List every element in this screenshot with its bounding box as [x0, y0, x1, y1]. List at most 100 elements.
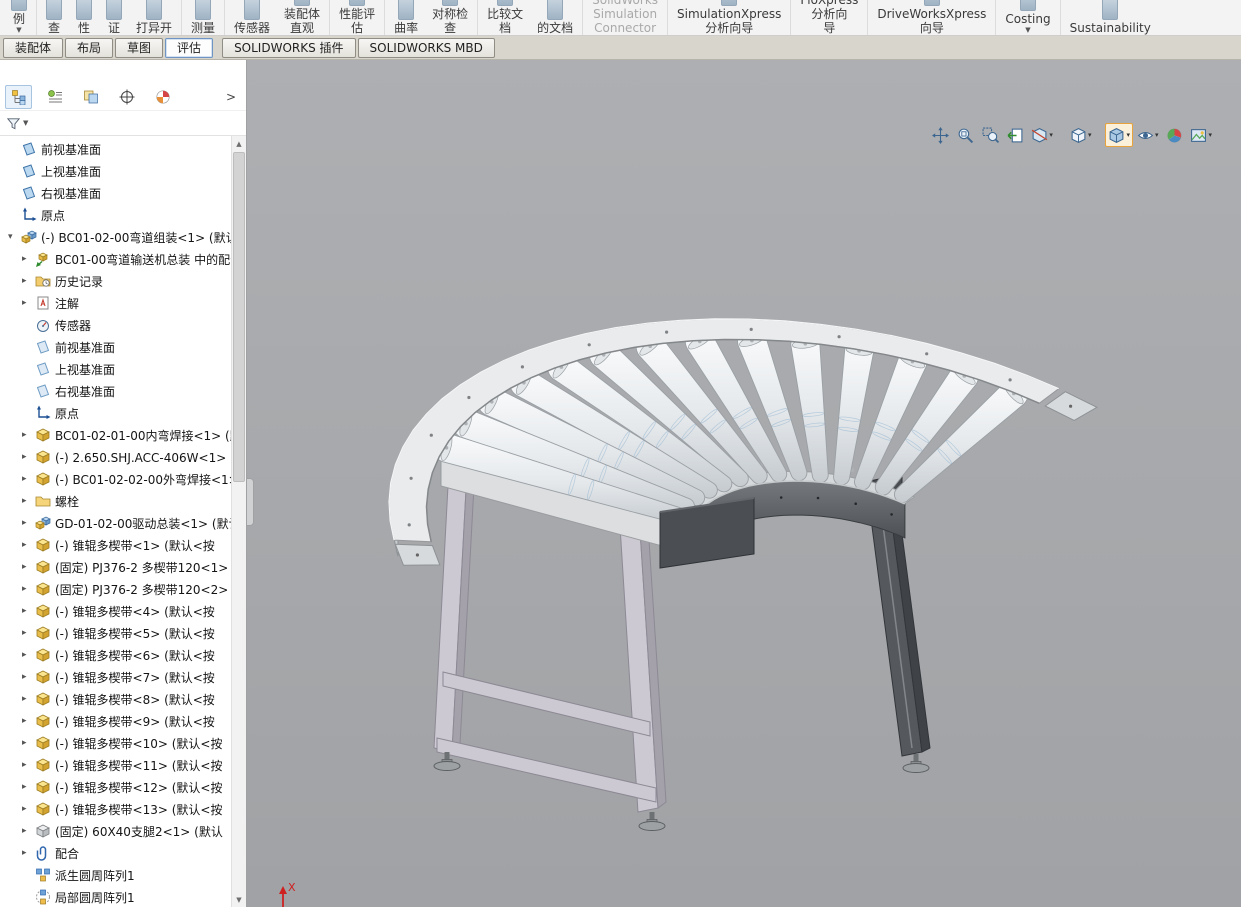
tree-item[interactable]: 原点 [0, 204, 246, 226]
expand-arrow-icon[interactable]: ▸ [22, 424, 35, 446]
expand-arrow-icon[interactable]: ▸ [22, 842, 35, 864]
ribbon-button[interactable]: Sustainability [1063, 0, 1158, 35]
expand-arrow-icon[interactable]: ▸ [22, 248, 35, 270]
tree-item[interactable]: ▸(-) 锥辊多楔带<1> (默认<按 [0, 534, 246, 556]
tab-布局[interactable]: 布局 [65, 38, 113, 58]
expand-arrow-icon[interactable]: ▸ [22, 732, 35, 754]
previous-view-button[interactable] [1003, 123, 1027, 147]
expand-arrow-icon[interactable]: ▸ [22, 776, 35, 798]
tree-item[interactable]: 派生圆周阵列1 [0, 864, 246, 886]
tree-item[interactable]: ▸BC01-02-01-00内弯焊接<1> (默认 [0, 424, 246, 446]
expand-arrow-icon[interactable]: ▸ [22, 490, 35, 512]
panel-tab-overflow-chevron[interactable]: > [226, 90, 241, 104]
ribbon-button[interactable]: SolidWorks Simulation Connector [585, 0, 665, 35]
tree-item[interactable]: ▸(-) BC01-02-02-00外弯焊接<1> (默认 [0, 468, 246, 490]
panel-tab-feature-tree[interactable] [5, 85, 32, 109]
dropdown-caret-icon[interactable]: ▾ [1208, 131, 1212, 139]
expand-arrow-icon[interactable]: ▾ [8, 226, 21, 248]
expand-arrow-icon[interactable]: ▸ [22, 622, 35, 644]
expand-arrow-icon[interactable]: ▸ [22, 600, 35, 622]
view-orientation-button[interactable]: ▾ [1067, 123, 1095, 147]
expand-arrow-icon[interactable]: ▸ [22, 666, 35, 688]
display-style-button[interactable]: ▾ [1105, 123, 1133, 147]
tree-item[interactable]: ▸(-) 锥辊多楔带<5> (默认<按 [0, 622, 246, 644]
tab-装配体[interactable]: 装配体 [3, 38, 63, 58]
tree-filter-input[interactable] [30, 113, 246, 133]
expand-arrow-icon[interactable]: ▸ [22, 710, 35, 732]
tree-item[interactable]: ▸(-) 锥辊多楔带<8> (默认<按 [0, 688, 246, 710]
tab-评估[interactable]: 评估 [165, 38, 213, 58]
dropdown-caret-icon[interactable]: ▼ [16, 26, 21, 35]
tree-item[interactable]: 前视基准面 [0, 336, 246, 358]
dropdown-caret-icon[interactable]: ▾ [1126, 131, 1130, 139]
tree-item[interactable]: 前视基准面 [0, 138, 246, 160]
edit-appearance-button[interactable] [1162, 123, 1186, 147]
tree-item[interactable]: ▸(-) 锥辊多楔带<10> (默认<按 [0, 732, 246, 754]
filter-caret-icon[interactable]: ▼ [23, 119, 28, 127]
tree-item[interactable]: 上视基准面 [0, 160, 246, 182]
expand-arrow-icon[interactable]: ▸ [22, 292, 35, 314]
ribbon-button[interactable]: Costing▼ [998, 0, 1057, 35]
tree-item[interactable]: ▸(-) 2.650.SHJ.ACC-406W<1> (默认 [0, 446, 246, 468]
tree-item[interactable]: ▸(-) 锥辊多楔带<12> (默认<按 [0, 776, 246, 798]
tree-item[interactable]: ▸(-) 锥辊多楔带<6> (默认<按 [0, 644, 246, 666]
ribbon-button[interactable]: 装配体 直观 [277, 0, 327, 35]
ribbon-button[interactable]: 性 [69, 0, 99, 35]
tree-item[interactable]: 原点 [0, 402, 246, 424]
tree-item[interactable]: ▸(固定) 60X40支腿2<1> (默认 [0, 820, 246, 842]
zoom-area-button[interactable] [978, 123, 1002, 147]
ribbon-button[interactable]: 比较文 档 [480, 0, 530, 35]
tree-item[interactable]: ▸(固定) PJ376-2 多楔带120<1> [0, 556, 246, 578]
ribbon-button[interactable]: DriveWorksXpress 向导 [870, 0, 993, 35]
tab-SOLIDWORKS 插件[interactable]: SOLIDWORKS 插件 [222, 38, 355, 58]
tree-item[interactable]: ▸(-) 锥辊多楔带<13> (默认<按 [0, 798, 246, 820]
ribbon-button[interactable]: 测量 [184, 0, 222, 35]
filter-funnel-icon[interactable] [6, 116, 21, 131]
tree-item[interactable]: 右视基准面 [0, 182, 246, 204]
apply-scene-button[interactable]: ▾ [1187, 123, 1215, 147]
tree-item[interactable]: ▸(固定) PJ376-2 多楔带120<2> [0, 578, 246, 600]
tree-item[interactable]: ▸(-) 锥辊多楔带<4> (默认<按 [0, 600, 246, 622]
tree-item[interactable]: 上视基准面 [0, 358, 246, 380]
expand-arrow-icon[interactable]: ▸ [22, 534, 35, 556]
ribbon-button[interactable]: FloXpress 分析向 导 [793, 0, 865, 35]
ribbon-button[interactable]: 打异开 [129, 0, 179, 35]
expand-arrow-icon[interactable]: ▸ [22, 754, 35, 776]
expand-arrow-icon[interactable]: ▸ [22, 798, 35, 820]
dropdown-caret-icon[interactable]: ▾ [1088, 131, 1092, 139]
panel-collapse-handle[interactable] [247, 478, 254, 526]
panel-tab-display-manager[interactable] [149, 85, 176, 109]
tab-SOLIDWORKS MBD[interactable]: SOLIDWORKS MBD [358, 38, 495, 58]
pan-button[interactable] [928, 123, 952, 147]
dropdown-caret-icon[interactable]: ▾ [1049, 131, 1053, 139]
scrollbar-down-arrow-icon[interactable]: ▼ [232, 892, 246, 907]
tree-item[interactable]: ▾(-) BC01-02-00弯道组装<1> (默认 [0, 226, 246, 248]
tree-scrollbar[interactable]: ▲ ▼ [231, 136, 246, 907]
expand-arrow-icon[interactable]: ▸ [22, 644, 35, 666]
tab-草图[interactable]: 草图 [115, 38, 163, 58]
ribbon-button[interactable]: 查 [39, 0, 69, 35]
tree-item[interactable]: ▸GD-01-02-00驱动总装<1> (默认 [0, 512, 246, 534]
ribbon-button[interactable]: SimulationXpress 分析向导 [670, 0, 788, 35]
tree-item[interactable]: ▸(-) 锥辊多楔带<11> (默认<按 [0, 754, 246, 776]
expand-arrow-icon[interactable]: ▸ [22, 468, 35, 490]
section-view-button[interactable]: ▾ [1028, 123, 1056, 147]
ribbon-button[interactable]: 传感器 [227, 0, 277, 35]
expand-arrow-icon[interactable]: ▸ [22, 512, 35, 534]
ribbon-button[interactable]: 的文档 [530, 0, 580, 35]
panel-tab-dimxpert[interactable] [113, 85, 140, 109]
panel-tab-configurations[interactable] [77, 85, 104, 109]
tree-item[interactable]: 局部圆周阵列1 [0, 886, 246, 907]
tree-item[interactable]: 右视基准面 [0, 380, 246, 402]
scrollbar-up-arrow-icon[interactable]: ▲ [232, 136, 246, 151]
tree-item[interactable]: ▸历史记录 [0, 270, 246, 292]
ribbon-button[interactable]: 例▼ [4, 0, 34, 35]
panel-tab-property-manager[interactable] [41, 85, 68, 109]
expand-arrow-icon[interactable]: ▸ [22, 688, 35, 710]
tree-item[interactable]: ▸注解 [0, 292, 246, 314]
tree-item[interactable]: ▸配合 [0, 842, 246, 864]
dropdown-caret-icon[interactable]: ▾ [1155, 131, 1159, 139]
dropdown-caret-icon[interactable]: ▼ [1025, 26, 1030, 35]
tree-item[interactable]: ▸(-) 锥辊多楔带<9> (默认<按 [0, 710, 246, 732]
expand-arrow-icon[interactable]: ▸ [22, 820, 35, 842]
